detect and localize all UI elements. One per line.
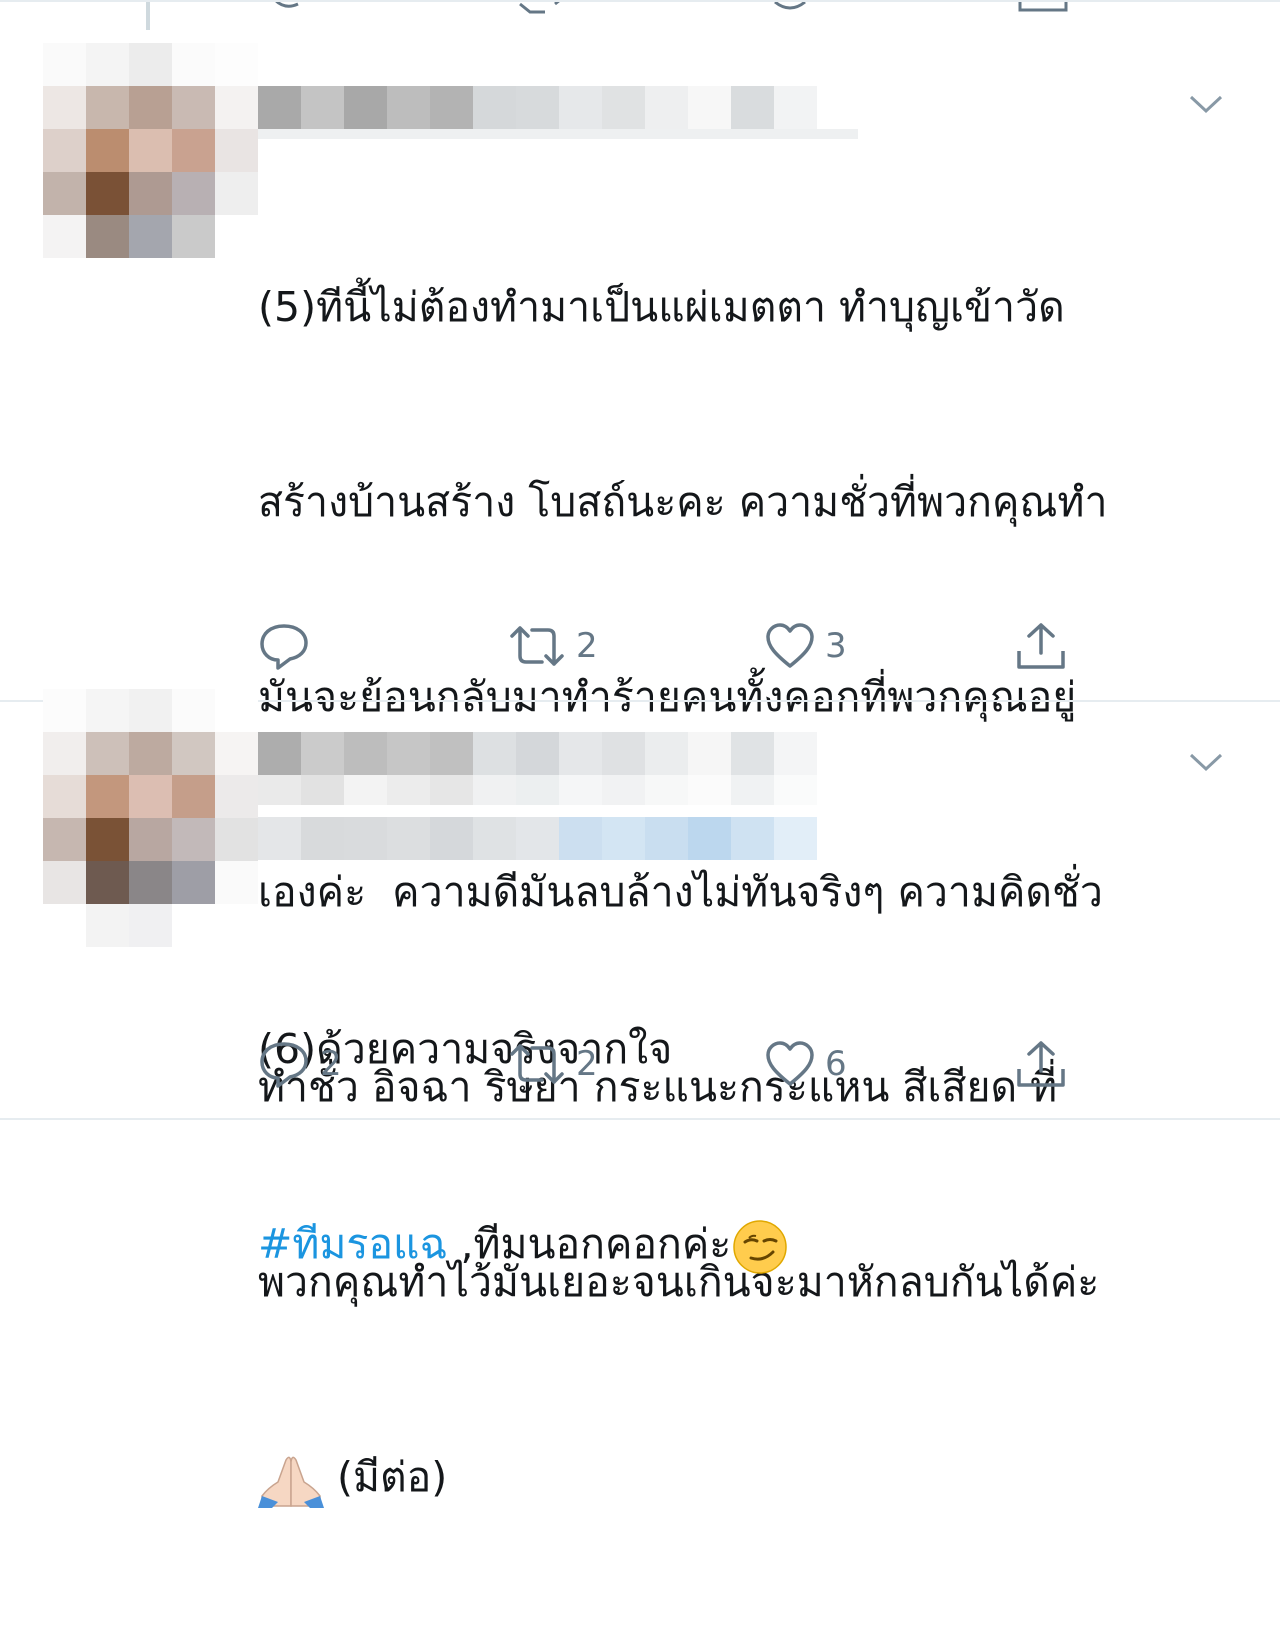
- reply-context-blurred: [258, 817, 817, 860]
- heart-icon: [766, 1041, 814, 1086]
- text-line-last: (มีต่อ): [258, 1445, 1218, 1510]
- chevron-down-icon[interactable]: [1188, 92, 1224, 116]
- author-handle-blurred: [258, 129, 858, 139]
- smirking-face-emoji-icon: [733, 1220, 788, 1274]
- like-button[interactable]: 6: [765, 1034, 847, 1094]
- text-fragment: ,ทีมนอกคอกค่ะ: [447, 1220, 732, 1268]
- share-button[interactable]: [1015, 616, 1067, 676]
- retweet-count: 2: [576, 1044, 598, 1084]
- hashtag-link[interactable]: #ทีมรอแฉ: [258, 1220, 447, 1268]
- retweet-button[interactable]: 2: [508, 1034, 598, 1094]
- retweet-button[interactable]: 2: [508, 616, 598, 676]
- tweet-actions: 2 2 6: [258, 1034, 1118, 1094]
- like-button[interactable]: 3: [765, 616, 847, 676]
- author-handle-blurred: [258, 775, 817, 805]
- retweet-count: 2: [576, 626, 598, 666]
- tweet-2[interactable]: (6)ด้วยความจริงจากใจ #ทีมรอแฉ ,ทีมนอกคอก…: [0, 689, 1280, 1274]
- share-icon: [1017, 1041, 1065, 1087]
- retweet-icon: [510, 1044, 564, 1084]
- share-icon: [1017, 623, 1065, 669]
- share-button[interactable]: [1015, 1034, 1067, 1094]
- reply-count: 2: [320, 1044, 342, 1084]
- folded-hands-emoji-icon: [258, 1456, 324, 1508]
- like-count: 6: [825, 1044, 847, 1084]
- author-name-blurred[interactable]: [258, 732, 817, 775]
- tweet-actions: 2 3: [258, 616, 1118, 676]
- retweet-icon: [510, 626, 564, 666]
- bottom-divider: [0, 1118, 1280, 1120]
- tweet-1[interactable]: (5)ทีนี้ไม่ต้องทำมาเป็นแผ่เมตตา ทำบุญเข้…: [0, 0, 1280, 1508]
- like-count: 3: [825, 626, 847, 666]
- avatar[interactable]: [43, 43, 258, 258]
- continued-label: (มีต่อ): [324, 1453, 448, 1501]
- reply-icon: [260, 624, 308, 670]
- heart-icon: [766, 623, 814, 668]
- text-line: #ทีมรอแฉ ,ทีมนอกคอกค่ะ: [258, 1212, 1218, 1277]
- text-line: สร้างบ้านสร้าง โบสถ์นะคะ ความชั่วที่พวกค…: [258, 478, 1108, 526]
- reply-icon: [260, 1042, 308, 1088]
- reply-button[interactable]: 2: [258, 1034, 342, 1094]
- tweet-text: (6)ด้วยความจริงจากใจ #ทีมรอแฉ ,ทีมนอกคอก…: [258, 887, 1218, 1407]
- avatar[interactable]: [43, 689, 258, 947]
- reply-button[interactable]: [258, 616, 320, 676]
- chevron-down-icon[interactable]: [1188, 750, 1224, 774]
- text-line: (5)ทีนี้ไม่ต้องทำมาเป็นแผ่เมตตา ทำบุญเข้…: [258, 283, 1065, 331]
- author-name-blurred[interactable]: [258, 86, 817, 129]
